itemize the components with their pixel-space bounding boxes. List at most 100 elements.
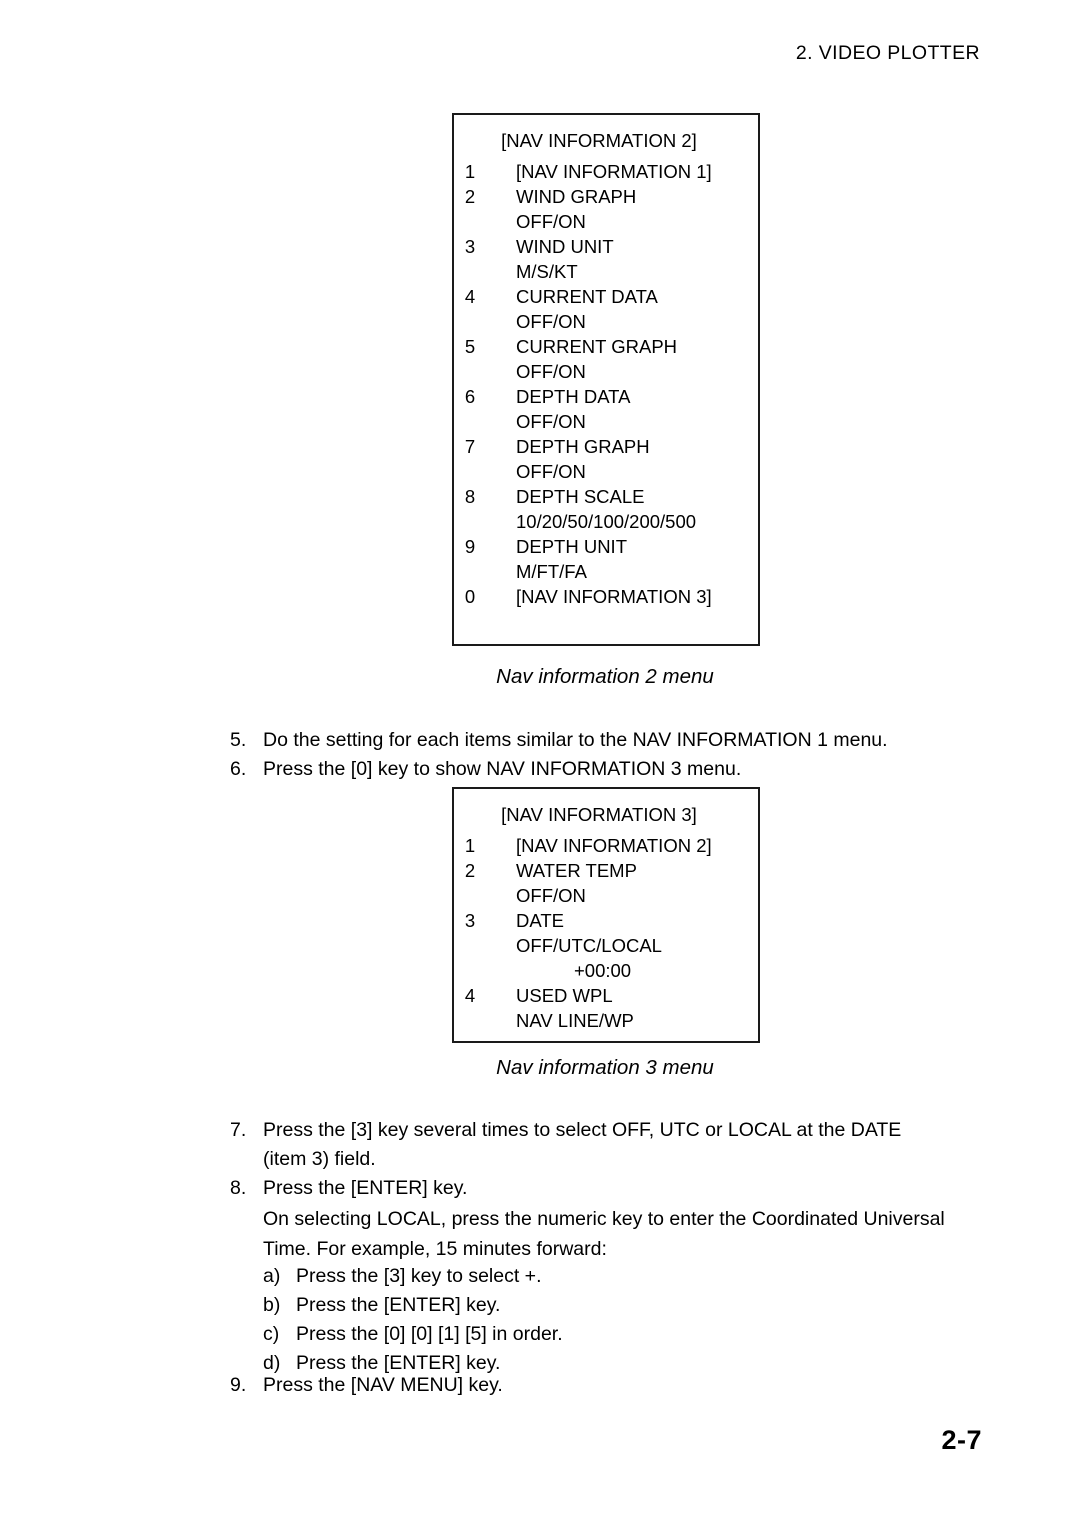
menu-item-row: 3 WIND UNIT — [454, 234, 758, 259]
step-9-text: Press the [NAV MENU] key. — [263, 1374, 503, 1396]
step-8-text: Press the [ENTER] key. — [263, 1177, 468, 1199]
substep-b: b) Press the [ENTER] key. — [263, 1291, 963, 1320]
menu-item-label: WIND UNIT — [516, 236, 614, 257]
menu-item-row: 6 DEPTH DATA — [454, 384, 758, 409]
menu-option-row: M/S/KT — [454, 259, 758, 284]
menu-option-row: OFF/ON — [454, 409, 758, 434]
step-8: 8. Press the [ENTER] key. — [230, 1174, 990, 1203]
step-9-number: 9. — [230, 1374, 247, 1396]
menu-item-row: 1 [NAV INFORMATION 1] — [454, 159, 758, 184]
menu-item-label: [NAV INFORMATION 2] — [516, 835, 712, 856]
menu-item-row: 3 DATE — [454, 908, 758, 933]
menu-option-value: M/FT/FA — [516, 561, 587, 582]
menu-option-value: OFF/ON — [516, 461, 586, 482]
menu-option-value: OFF/ON — [516, 885, 586, 906]
menu-item-label: [NAV INFORMATION 3] — [516, 586, 712, 607]
nav-information-3-menu-screen: [NAV INFORMATION 3] 1 [NAV INFORMATION 2]… — [452, 787, 760, 1043]
menu-item-label: [NAV INFORMATION 1] — [516, 161, 712, 182]
menu-item-label: WATER TEMP — [516, 860, 637, 881]
step-5-number: 5. — [230, 729, 247, 751]
menu-item-row: 8 DEPTH SCALE — [454, 484, 758, 509]
step-7-text: Press the [3] key several times to selec… — [263, 1119, 902, 1170]
menu-item-row: 0 [NAV INFORMATION 3] — [454, 584, 758, 609]
menu-option-value: OFF/UTC/LOCAL — [516, 935, 662, 956]
step-7-number: 7. — [230, 1119, 247, 1141]
menu-option-row: OFF/ON — [454, 459, 758, 484]
menu-item-label: DATE — [516, 910, 564, 931]
substep-c-text: Press the [0] [0] [1] [5] in order. — [296, 1323, 563, 1345]
running-header-chapter-title: 2. VIDEO PLOTTER — [795, 42, 980, 64]
menu-item-number: 7 — [464, 436, 476, 457]
menu-option-value: +00:00 — [574, 960, 632, 981]
menu-screen-title: [NAV INFORMATION 3] — [501, 804, 697, 825]
menu-item-number: 6 — [464, 386, 476, 407]
step-7: 7. Press the [3] key several times to se… — [230, 1116, 990, 1174]
menu-item-label: CURRENT GRAPH — [516, 336, 678, 357]
menu-option-row: M/FT/FA — [454, 559, 758, 584]
menu-option-row: +00:00 — [454, 958, 758, 983]
menu-option-row: OFF/UTC/LOCAL — [454, 933, 758, 958]
menu-option-value: OFF/ON — [516, 311, 586, 332]
menu-option-value: OFF/ON — [516, 211, 586, 232]
step-6-text: Press the [0] key to show NAV INFORMATIO… — [263, 758, 742, 780]
menu-option-value: OFF/ON — [516, 361, 586, 382]
manual-page: 2. VIDEO PLOTTER [NAV INFORMATION 2] 1 [N… — [0, 0, 1080, 1528]
step-6-number: 6. — [230, 758, 247, 780]
figure-caption-nav-information-2: Nav information 2 menu — [496, 665, 714, 688]
menu-item-number: 1 — [464, 161, 476, 182]
menu-item-row: 1 [NAV INFORMATION 2] — [454, 833, 758, 858]
menu-item-label: WIND GRAPH — [516, 186, 637, 207]
figure-caption-nav-information-3: Nav information 3 menu — [496, 1056, 714, 1079]
step-5: 5. Do the setting for each items similar… — [230, 726, 990, 755]
substep-b-text: Press the [ENTER] key. — [296, 1294, 501, 1316]
menu-item-label: DEPTH SCALE — [516, 486, 645, 507]
substep-c-letter: c) — [263, 1323, 280, 1345]
menu-option-value: OFF/ON — [516, 411, 586, 432]
menu-option-row: 10/20/50/100/200/500 — [454, 509, 758, 534]
menu-item-number: 1 — [464, 835, 476, 856]
menu-option-value: M/S/KT — [516, 261, 578, 282]
menu-item-number: 2 — [464, 860, 476, 881]
step-5-text: Do the setting for each items similar to… — [263, 729, 888, 751]
menu-screen-title: [NAV INFORMATION 2] — [501, 130, 697, 151]
substep-a-letter: a) — [263, 1265, 281, 1287]
menu-item-number: 3 — [464, 910, 476, 931]
menu-item-label: DEPTH UNIT — [516, 536, 627, 557]
menu-item-number: 4 — [464, 286, 476, 307]
menu-item-list: 1 [NAV INFORMATION 2] 2 WATER TEMP OFF/ON 3 DA… — [454, 833, 758, 1033]
menu-item-row: 4 CURRENT DATA — [454, 284, 758, 309]
menu-item-number: 5 — [464, 336, 476, 357]
menu-item-row: 2 WATER TEMP — [454, 858, 758, 883]
local-time-explanation-paragraph: On selecting LOCAL, press the numeric ke… — [263, 1208, 945, 1260]
substep-a-text: Press the [3] key to select +. — [296, 1265, 542, 1287]
menu-item-label: USED WPL — [516, 985, 613, 1006]
step-8-number: 8. — [230, 1177, 247, 1199]
menu-item-number: 0 — [464, 586, 476, 607]
menu-item-number: 8 — [464, 486, 476, 507]
substep-a: a) Press the [3] key to select +. — [263, 1262, 963, 1291]
menu-item-label: DEPTH DATA — [516, 386, 631, 407]
menu-item-number: 2 — [464, 186, 476, 207]
menu-option-value: 10/20/50/100/200/500 — [516, 511, 697, 532]
menu-item-number: 3 — [464, 236, 476, 257]
menu-option-row: OFF/ON — [454, 209, 758, 234]
menu-item-row: 9 DEPTH UNIT — [454, 534, 758, 559]
menu-item-row: 7 DEPTH GRAPH — [454, 434, 758, 459]
menu-item-label: DEPTH GRAPH — [516, 436, 650, 457]
menu-option-row: OFF/ON — [454, 883, 758, 908]
menu-option-value: NAV LINE/WP — [516, 1010, 634, 1031]
menu-item-row: 4 USED WPL — [454, 983, 758, 1008]
menu-item-list: 1 [NAV INFORMATION 1] 2 WIND GRAPH OFF/ON 3 WI… — [454, 159, 758, 609]
menu-item-number: 4 — [464, 985, 476, 1006]
page-number: 2-7 — [941, 1425, 982, 1455]
menu-option-row: OFF/ON — [454, 309, 758, 334]
menu-item-label: CURRENT DATA — [516, 286, 658, 307]
menu-item-row: 2 WIND GRAPH — [454, 184, 758, 209]
substep-c: c) Press the [0] [0] [1] [5] in order. — [263, 1320, 963, 1349]
substep-b-letter: b) — [263, 1294, 281, 1316]
menu-item-number: 9 — [464, 536, 476, 557]
menu-option-row: NAV LINE/WP — [454, 1008, 758, 1033]
nav-information-2-menu-screen: [NAV INFORMATION 2] 1 [NAV INFORMATION 1]… — [452, 113, 760, 646]
menu-item-row: 5 CURRENT GRAPH — [454, 334, 758, 359]
step-6: 6. Press the [0] key to show NAV INFORMA… — [230, 755, 990, 784]
